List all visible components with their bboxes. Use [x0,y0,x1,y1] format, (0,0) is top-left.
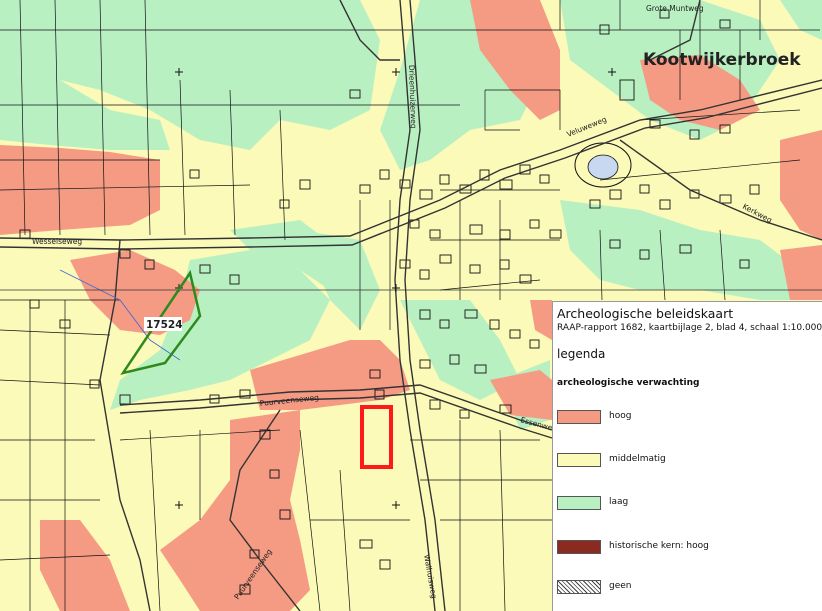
legend-category: archeologische verwachting [557,378,700,388]
legend-item-laag: laag [557,496,817,512]
legend-label-hoog: hoog [609,411,632,421]
legend-swatch-laag [557,496,601,510]
legend-label-laag: laag [609,497,629,507]
legend-item-geen: geen [557,580,817,596]
legend-item-middelmatig: middelmatig [557,453,817,469]
legend-title: Archeologische beleidskaart [557,306,734,321]
map-legend: Archeologische beleidskaart RAAP-rapport… [552,301,822,611]
legend-swatch-geen [557,580,601,594]
legend-label-geen: geen [609,581,632,591]
legend-item-hoog: hoog [557,410,817,426]
legend-item-historische-kern: historische kern: hoog [557,540,817,556]
legend-swatch-hoog [557,410,601,424]
town-label: Kootwijkerbroek [643,50,801,70]
parcel-label: 17524 [146,319,183,331]
legend-swatch-middelmatig [557,453,601,467]
legend-label-middelmatig: middelmatig [609,454,666,464]
legend-subtitle: RAAP-rapport 1682, kaartbijlage 2, blad … [557,323,822,333]
street-grote-muntweg: Grote Muntweg [646,4,704,13]
street-wesselseweg: Wesselseweg [32,237,82,246]
legend-label-historische-kern: historische kern: hoog [609,541,709,551]
legend-swatch-historische-kern [557,540,601,554]
legend-heading: legenda [557,347,606,361]
